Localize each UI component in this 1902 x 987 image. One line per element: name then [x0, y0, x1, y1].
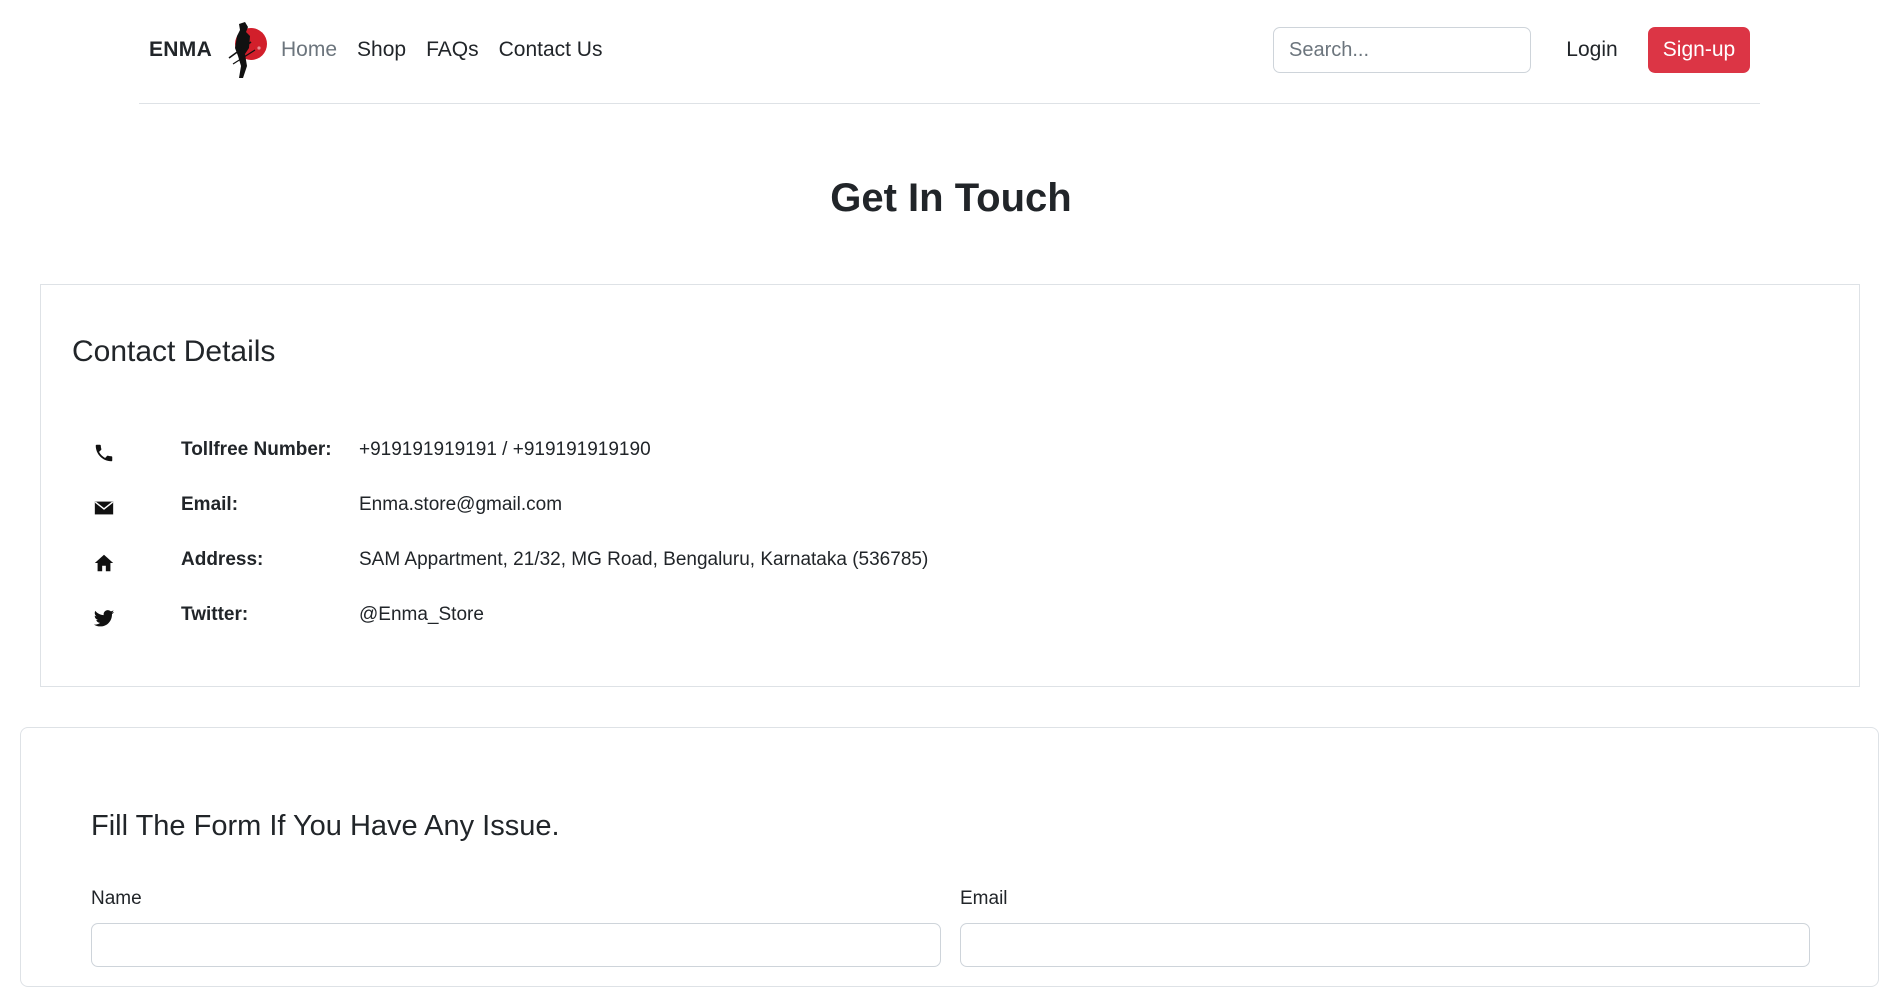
twitter-icon [93, 610, 115, 627]
nav-link-contact-us[interactable]: Contact Us [499, 38, 603, 62]
name-input[interactable] [91, 923, 941, 967]
contact-label-address: Address: [181, 549, 264, 570]
nav-link-faqs[interactable]: FAQs [426, 38, 479, 62]
name-label: Name [91, 888, 142, 909]
contact-value-address: SAM Appartment, 21/32, MG Road, Bengalur… [359, 549, 929, 570]
search-input[interactable] [1273, 27, 1531, 73]
contact-value-email: Enma.store@gmail.com [359, 494, 563, 515]
login-button[interactable]: Login [1551, 27, 1633, 73]
phone-icon [95, 444, 113, 462]
contact-value-phone: +919191919191 / +919191919190 [359, 439, 651, 460]
contact-label-email: Email: [181, 494, 239, 515]
contact-details-title: Contact Details [72, 335, 276, 368]
issue-form-title: Fill The Form If You Have Any Issue. [91, 810, 560, 842]
contact-row-phone: Tollfree Number: +919191919191 / +919191… [93, 437, 1793, 467]
email-label: Email [960, 888, 1008, 909]
nav-link-shop[interactable]: Shop [357, 38, 406, 62]
contact-value-twitter[interactable]: @Enma_Store [359, 604, 484, 626]
samurai-logo-icon[interactable] [221, 18, 269, 82]
envelope-icon [94, 501, 114, 515]
contact-row-twitter: Twitter: @Enma_Store [93, 602, 1793, 632]
page-title: Get In Touch [830, 176, 1072, 220]
signup-button[interactable]: Sign-up [1648, 27, 1750, 73]
contact-details-card: Contact Details Tollfree Number: +919191… [40, 284, 1860, 687]
home-icon [94, 554, 114, 572]
navbar: ENMA Home Shop FAQs Contact Us Login Sig… [139, 0, 1760, 104]
brand-name[interactable]: ENMA [149, 38, 212, 62]
issue-form-card: Fill The Form If You Have Any Issue. Nam… [20, 727, 1879, 987]
nav-link-home[interactable]: Home [281, 38, 337, 62]
contact-row-address: Address: SAM Appartment, 21/32, MG Road,… [93, 547, 1793, 577]
contact-label-twitter: Twitter: [181, 604, 249, 625]
contact-label-phone: Tollfree Number: [181, 439, 332, 460]
email-input[interactable] [960, 923, 1810, 967]
contact-row-email: Email: Enma.store@gmail.com [93, 492, 1793, 522]
nav-links: Home Shop FAQs Contact Us [281, 38, 602, 62]
